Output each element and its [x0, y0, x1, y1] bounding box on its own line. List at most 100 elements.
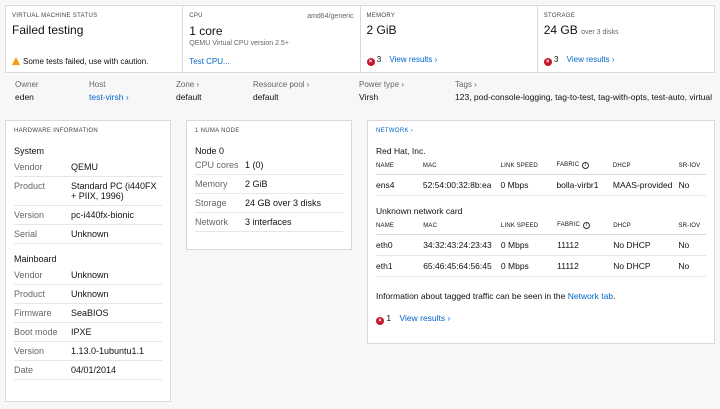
table-cell: 65:46:45:64:56:45 — [423, 255, 501, 277]
column-header: Link speed — [500, 216, 558, 235]
power-type-link[interactable]: Power type › — [359, 80, 404, 89]
test-cpu-link[interactable]: Test CPU... — [189, 57, 229, 66]
mainboard-label: Date — [14, 365, 34, 375]
cpu-model: QEMU Virtual CPU version 2.5+ — [189, 40, 289, 47]
storage-fail-count: 3 — [553, 55, 559, 64]
table-cell: No DHCP — [613, 234, 679, 256]
table-cell: ens4 — [376, 174, 423, 196]
mainboard-value: 1.13.0-1ubuntu1.1 — [71, 346, 145, 356]
system-section-title: System — [14, 146, 45, 156]
mainboard-value: Unknown — [71, 289, 109, 299]
summary-strip: Virtual machine status Failed testing So… — [5, 5, 715, 73]
numa-label: Network — [195, 217, 229, 227]
table-cell: No — [678, 255, 706, 277]
table-cell: 11112 — [557, 255, 614, 277]
memory-fail-count: 3 — [376, 55, 382, 64]
table-cell: 0 Mbps — [500, 255, 558, 277]
column-header: Name — [376, 216, 424, 235]
status-warning: Some tests failed, use with caution. — [12, 57, 148, 66]
numa-label: Memory — [195, 179, 228, 189]
mainboard-row: Date 04/01/2014 — [14, 361, 162, 380]
mainboard-label: Firmware — [14, 308, 52, 318]
column-header: DHCP — [613, 216, 679, 235]
memory-view-results-link[interactable]: View results › — [389, 55, 437, 64]
host-link[interactable]: test-virsh › — [89, 92, 129, 102]
hardware-information-card: Hardware information System Vendor QEMU Pr… — [5, 120, 171, 402]
cpu-card: CPU amd64/generic 1 core QEMU Virtual CP… — [183, 6, 361, 72]
column-header: MAC — [423, 216, 501, 235]
mainboard-row: Product Unknown — [14, 285, 162, 304]
cpu-card-title: CPU — [189, 13, 203, 19]
system-label: Vendor — [14, 162, 43, 172]
zone-link[interactable]: Zone › — [176, 80, 202, 89]
numa-card-title: 1 NUMA node — [195, 128, 240, 134]
memory-value: 2 GiB — [366, 23, 397, 37]
system-row: Serial Unknown — [14, 225, 162, 244]
status-card-title: Virtual machine status — [12, 13, 98, 19]
network-card: Network › Red Hat, Inc. Name MAC Link speed… — [367, 120, 715, 344]
numa-value: 24 GB over 3 disks — [245, 198, 322, 208]
mainboard-row: Vendor Unknown — [14, 266, 162, 285]
numa-node-card: 1 NUMA node Node 0 CPU cores 1 (0) Memory 2… — [186, 120, 352, 250]
nic-table: Name MAC Link speed Fabric i DHCP SR-IOV ens4 52… — [376, 156, 706, 196]
mainboard-value: SeaBIOS — [71, 308, 109, 318]
numa-label: Storage — [195, 198, 227, 208]
table-cell: No — [678, 174, 706, 196]
system-value: Unknown — [71, 229, 109, 239]
column-header: MAC — [422, 156, 501, 175]
cpu-arch: amd64/generic — [307, 13, 354, 20]
info-icon[interactable]: i — [583, 222, 590, 229]
mainboard-label: Version — [14, 346, 45, 356]
table-cell: eth0 — [376, 234, 424, 256]
mainboard-label: Vendor — [14, 270, 43, 280]
nic-vendor-title: Red Hat, Inc. — [376, 146, 426, 156]
table-cell: 34:32:43:24:23:43 — [423, 234, 501, 256]
memory-card-title: Memory — [366, 13, 396, 19]
status-card: Virtual machine status Failed testing So… — [6, 6, 184, 72]
network-link[interactable]: Network › — [376, 128, 706, 134]
mainboard-row: Version 1.13.0-1ubuntu1.1 — [14, 342, 162, 361]
network-results: × 1 View results › — [376, 313, 706, 325]
numa-node-name: Node 0 — [195, 146, 225, 156]
storage-card: Storage 24 GB over 3 disks × 3 View resu… — [538, 6, 714, 72]
mainboard-label: Boot mode — [14, 327, 58, 337]
mainboard-value: IPXE — [71, 327, 92, 337]
network-tab-link[interactable]: Network tab — [568, 291, 613, 301]
mainboard-section-title: Mainboard — [14, 254, 57, 264]
table-cell: 0 Mbps — [500, 234, 558, 256]
nic-vendor-title: Unknown network card — [376, 206, 463, 216]
mainboard-row: Boot mode IPXE — [14, 323, 162, 342]
storage-card-title: Storage — [543, 13, 576, 19]
numa-row: Memory 2 GiB — [195, 175, 343, 194]
tags-field: Tags › 123, pod-console-logging, tag-to-… — [455, 80, 713, 102]
table-cell: No DHCP — [613, 255, 679, 277]
system-label: Serial — [14, 229, 38, 239]
error-icon: × — [366, 58, 375, 66]
table-row: ens4 52:54:00:32:8b:ea 0 Mbps bolla-virbr1 M… — [376, 174, 706, 196]
info-icon[interactable]: i — [582, 162, 590, 169]
table-row: eth1 65:46:45:64:56:45 0 Mbps 11112 No DHCP N… — [376, 255, 706, 277]
system-label: Version — [14, 210, 45, 220]
owner-field: Owner eden — [15, 80, 39, 102]
resource-pool-link[interactable]: Resource pool › — [253, 80, 309, 89]
column-header: Fabric i — [557, 216, 614, 235]
system-value: Standard PC (i440FX + PIIX, 1996) — [71, 181, 157, 201]
warning-icon — [12, 57, 20, 65]
mainboard-row: Firmware SeaBIOS — [14, 304, 162, 323]
mainboard-label: Product — [14, 289, 46, 299]
nic-table: Name MAC Link speed Fabric i DHCP SR-IOV eth0 34… — [376, 216, 706, 277]
storage-view-results-link[interactable]: View results › — [567, 55, 615, 64]
tags-link[interactable]: Tags › — [455, 80, 712, 89]
table-cell: No — [678, 234, 706, 256]
numa-row: Network 3 interfaces — [195, 213, 343, 232]
system-value: QEMU — [71, 162, 98, 172]
network-view-results-link[interactable]: View results › — [399, 313, 450, 323]
resource-pool-field: Resource pool › default — [253, 80, 310, 102]
cpu-value: 1 core — [189, 24, 223, 38]
numa-value: 1 (0) — [245, 160, 264, 170]
system-value: pc-i440fx-bionic — [71, 210, 135, 220]
column-header: SR-IOV — [678, 156, 706, 175]
network-fail-count: 1 — [386, 313, 392, 323]
system-row: Vendor QEMU — [14, 158, 162, 177]
numa-row: Storage 24 GB over 3 disks — [195, 194, 343, 213]
